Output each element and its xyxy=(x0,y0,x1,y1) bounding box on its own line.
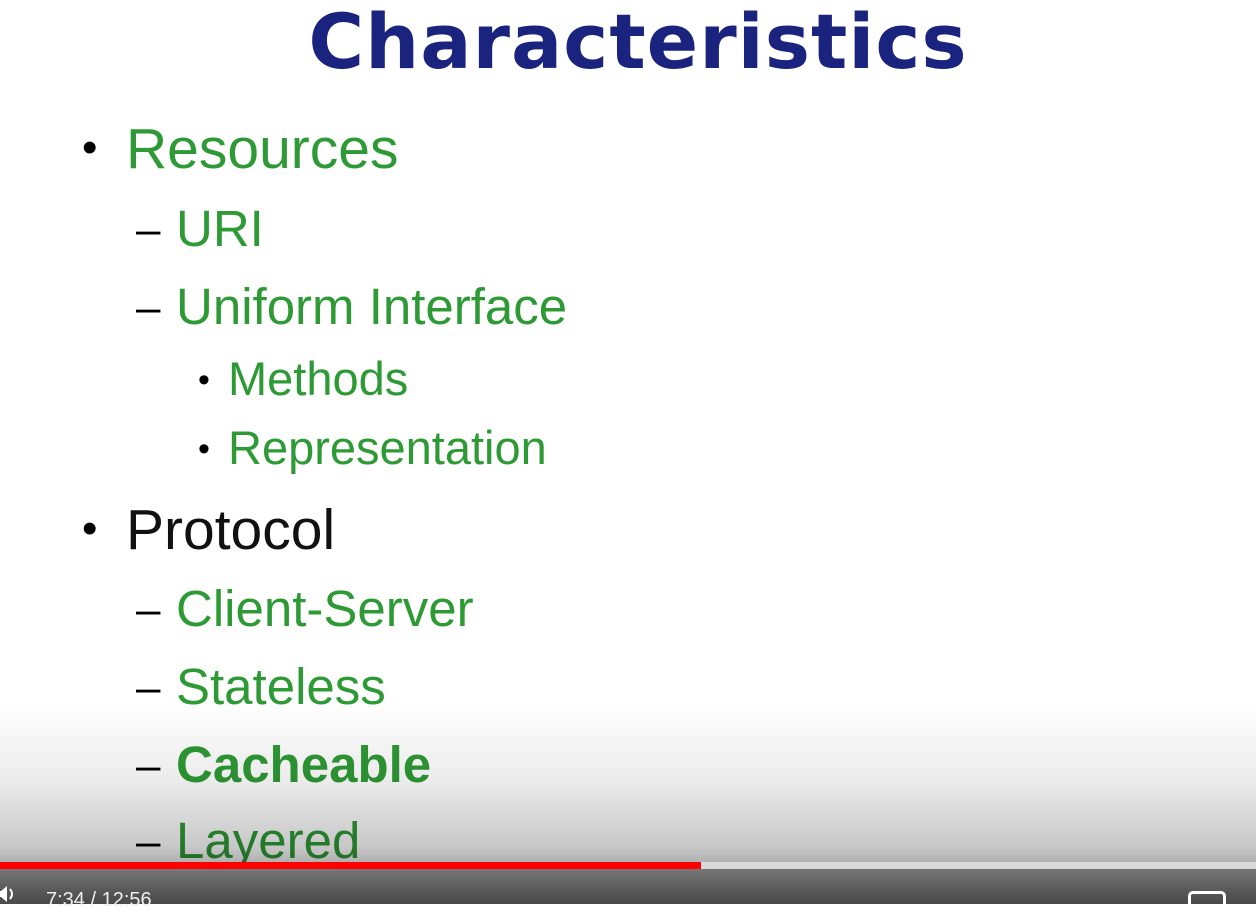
bullet-text: Representation xyxy=(228,421,547,474)
dash-marker: – xyxy=(136,741,161,790)
slide: Characteristics • Resources – URI – Uniform… xyxy=(0,0,1256,904)
bullet-text: Cacheable xyxy=(176,736,432,793)
dash-marker: – xyxy=(136,663,161,712)
bullet-text: Stateless xyxy=(176,658,386,715)
bullet-text: Resources xyxy=(126,117,399,181)
dash-marker: – xyxy=(136,585,161,634)
bullet-marker: • xyxy=(82,504,98,553)
dash-marker: – xyxy=(136,205,161,254)
bullet-item: • Representation xyxy=(198,421,547,476)
bullet-marker: • xyxy=(198,430,210,468)
progress-bar[interactable] xyxy=(0,862,1256,869)
bullet-text: Protocol xyxy=(126,498,336,562)
time-display: 7:34 / 12:56 xyxy=(46,889,152,911)
bullet-text: URI xyxy=(176,200,264,257)
bullet-item: – Client-Server xyxy=(136,580,474,639)
bullet-item: – Stateless xyxy=(136,658,386,717)
player-controls: 7:34 / 12:56 xyxy=(0,869,1256,917)
bullet-text: Uniform Interface xyxy=(176,278,568,335)
bullet-text: Methods xyxy=(228,352,409,405)
bullet-item: – Uniform Interface xyxy=(136,278,567,337)
dash-marker: – xyxy=(136,283,161,332)
bullet-marker: • xyxy=(198,361,210,399)
volume-icon[interactable] xyxy=(0,883,16,905)
bullet-text: Layered xyxy=(176,812,361,869)
bullet-item: – URI xyxy=(136,200,264,259)
bullet-item: • Methods xyxy=(198,352,408,407)
bullet-text: Client-Server xyxy=(176,580,474,637)
bullet-item: • Resources xyxy=(82,116,398,181)
closed-captions-icon[interactable] xyxy=(1188,891,1226,917)
bullet-item: – Cacheable xyxy=(136,736,431,795)
slide-title: Characteristics xyxy=(308,0,968,86)
bullet-marker: • xyxy=(82,123,98,172)
progress-played xyxy=(0,862,701,869)
bullet-item: • Protocol xyxy=(82,497,335,562)
